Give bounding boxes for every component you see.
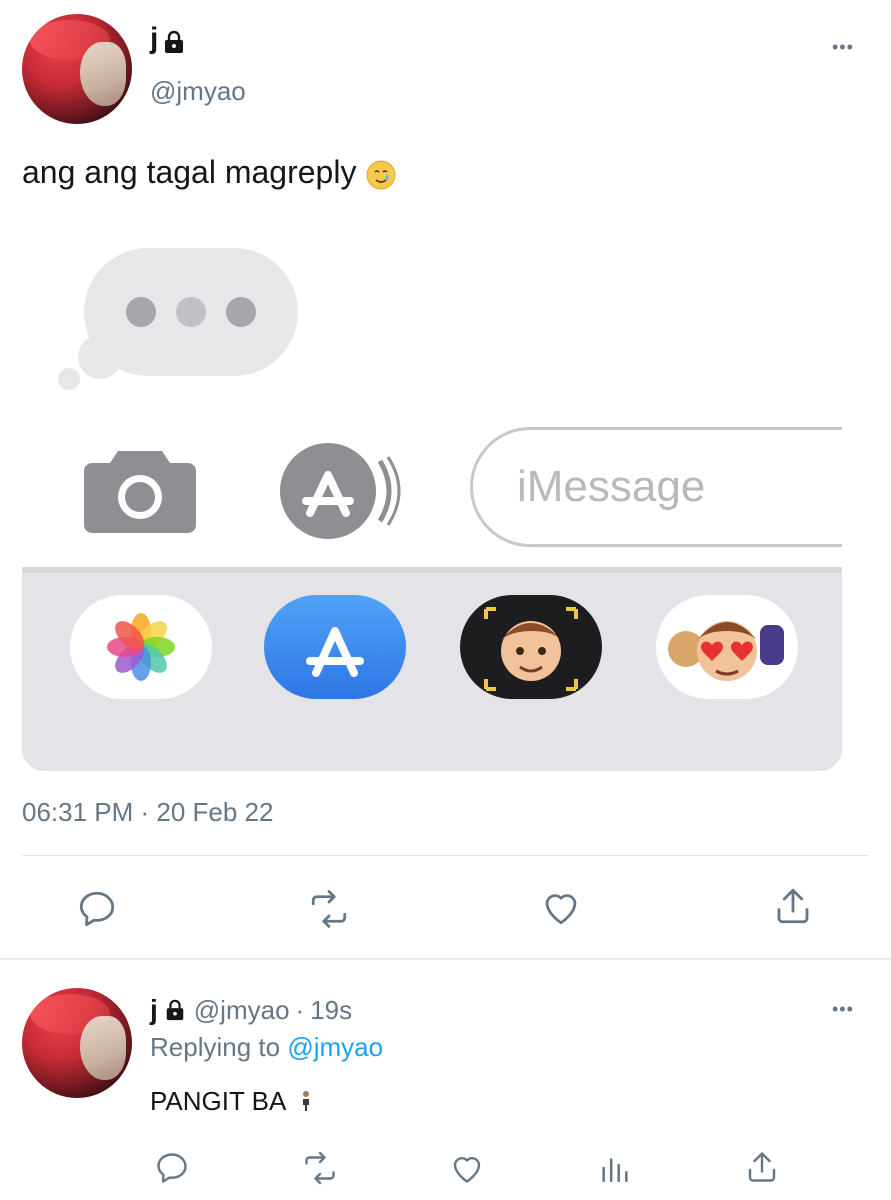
more-icon[interactable]: ••• [832,38,854,56]
typing-dot [226,297,256,327]
typing-dot [126,297,156,327]
app-store-grey-icon [276,441,406,546]
reply-separator: · [295,994,305,1025]
app-store-pill [264,595,406,699]
lock-icon [164,999,188,1021]
tweet-text: ang ang tagal magreply [22,154,397,191]
author-name-text: j [150,22,159,55]
thought-tail-small [58,368,80,390]
retweet-icon[interactable] [300,1150,340,1186]
reply-author-handle[interactable]: @jmyao [194,995,290,1026]
tweet-timestamp[interactable]: 06:31 PM · 20 Feb 22 [22,797,273,828]
tweet-text-body: ang ang tagal magreply [22,154,357,190]
retweet-icon[interactable] [306,888,352,930]
tweet-image[interactable]: iMessage [22,205,842,771]
reply-text-body: PANGIT BA [150,1086,285,1116]
author-handle[interactable]: @jmyao [150,76,246,107]
imessage-placeholder: iMessage [517,462,706,511]
reply-more-icon[interactable]: ••• [832,1000,854,1018]
replying-to-line: Replying to @jmyao [150,1032,383,1063]
person-standing-icon [298,1088,314,1119]
reply-age[interactable]: 19s [310,995,352,1026]
divider [22,855,869,856]
smiling-face-with-tear-icon [365,159,397,191]
share-icon[interactable] [744,1148,780,1186]
share-icon[interactable] [772,884,814,928]
analytics-icon[interactable] [598,1150,632,1186]
author-name[interactable]: j [150,22,186,56]
reply-header: j @jmyao · 19s [150,994,352,1026]
reply-author-name[interactable]: j [150,994,158,1026]
typing-dot [176,297,206,327]
reply-text: PANGIT BA [150,1086,314,1119]
heart-icon[interactable] [539,886,583,928]
camera-icon [84,445,196,538]
reply-author-avatar[interactable] [22,988,132,1098]
reply-icon[interactable] [154,1150,190,1186]
imessage-input: iMessage [470,427,842,547]
photos-app-pill [70,595,212,699]
memoji-camera-pill [460,595,602,699]
section-divider [0,958,891,960]
memoji-stickers-pill [656,595,798,699]
reply-icon[interactable] [76,888,118,930]
replying-to-handle-link[interactable]: @jmyao [287,1032,383,1062]
heart-icon[interactable] [448,1150,486,1186]
lock-icon [162,28,186,53]
replying-to-prefix: Replying to [150,1032,281,1062]
author-avatar[interactable] [22,14,132,124]
typing-indicator-bubble [84,248,298,376]
